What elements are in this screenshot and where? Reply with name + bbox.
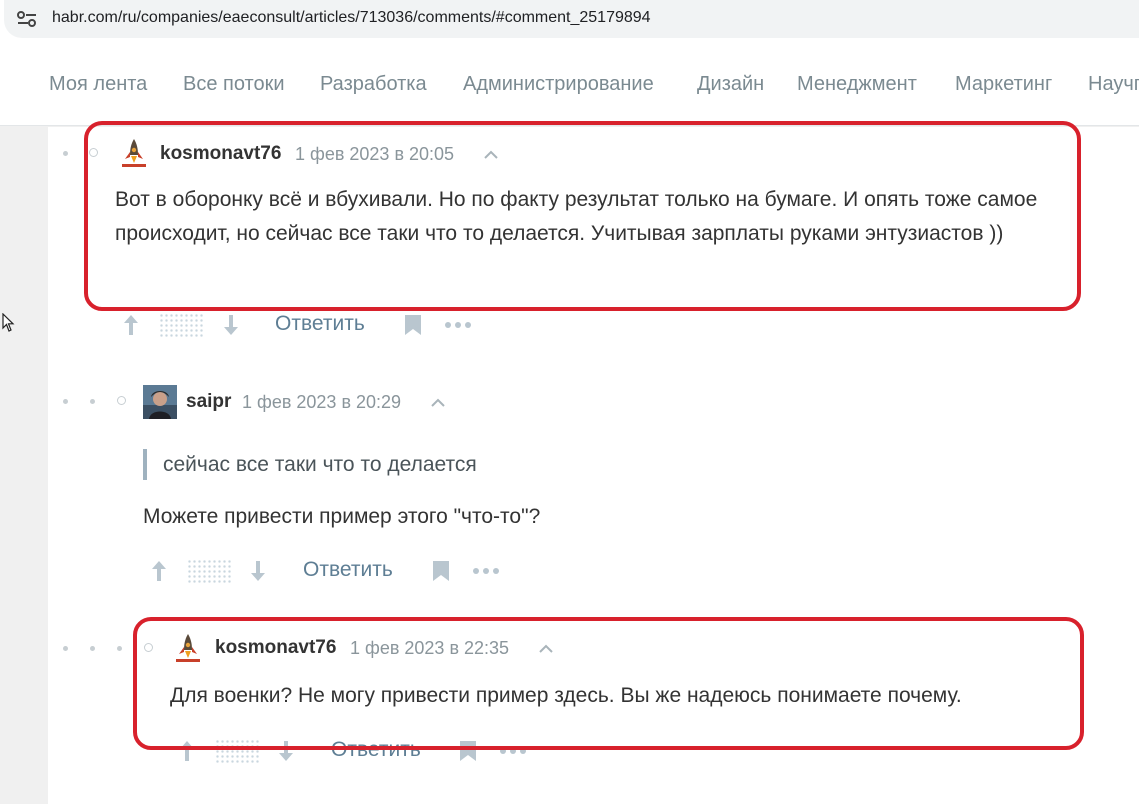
more-dots-icon[interactable] [472,567,500,575]
arrow-up-icon[interactable] [149,559,169,583]
bookmark-icon[interactable] [404,314,422,336]
thread-depth-dot [63,151,68,156]
tab-design[interactable]: Дизайн [697,73,764,96]
tab-management[interactable]: Менеджмент [797,73,917,96]
avatar[interactable] [143,385,177,419]
thread-node-ring [117,396,126,405]
arrow-down-icon[interactable] [221,313,241,337]
mouse-cursor-icon [2,313,15,332]
top-navigation: Моя лента Все потоки Разработка Админист… [0,40,1139,126]
thread-depth-dot [90,399,95,404]
comment-body: Можете привести пример этого "что-то"? [143,505,541,528]
user-photo-icon [143,385,177,419]
address-field[interactable]: habr.com/ru/companies/eaeconsult/article… [4,0,1139,38]
comment-author[interactable]: saipr [186,391,231,413]
url-text[interactable]: habr.com/ru/companies/eaeconsult/article… [52,9,651,27]
tab-marketing[interactable]: Маркетинг [955,73,1052,96]
comment-quote: сейчас все таки что то делается [143,449,477,480]
reply-button[interactable]: Ответить [303,558,393,582]
highlight-box [133,617,1084,750]
arrow-down-icon[interactable] [248,559,268,583]
vote-score-hidden [187,559,231,583]
thread-depth-dot [63,399,68,404]
thread-depth-dot [63,646,68,651]
highlight-box [84,121,1081,311]
more-dots-icon[interactable] [444,321,472,329]
tab-science[interactable]: Научпоп [1088,73,1139,96]
tab-development[interactable]: Разработка [320,73,427,96]
thread-depth-dot [90,646,95,651]
bookmark-icon[interactable] [432,560,450,582]
tab-all-streams[interactable]: Все потоки [183,73,285,96]
arrow-up-icon[interactable] [121,313,141,337]
thread-depth-dot [117,646,122,651]
tab-my-feed[interactable]: Моя лента [49,73,147,96]
reply-button[interactable]: Ответить [275,312,365,336]
tab-administration[interactable]: Администрирование [463,73,654,96]
vote-score-hidden [159,313,203,337]
browser-url-bar: habr.com/ru/companies/eaeconsult/article… [0,0,1139,40]
chevron-up-icon[interactable] [429,396,447,408]
tune-icon[interactable] [16,10,38,28]
comment-time[interactable]: 1 фев 2023 в 20:29 [242,392,401,413]
